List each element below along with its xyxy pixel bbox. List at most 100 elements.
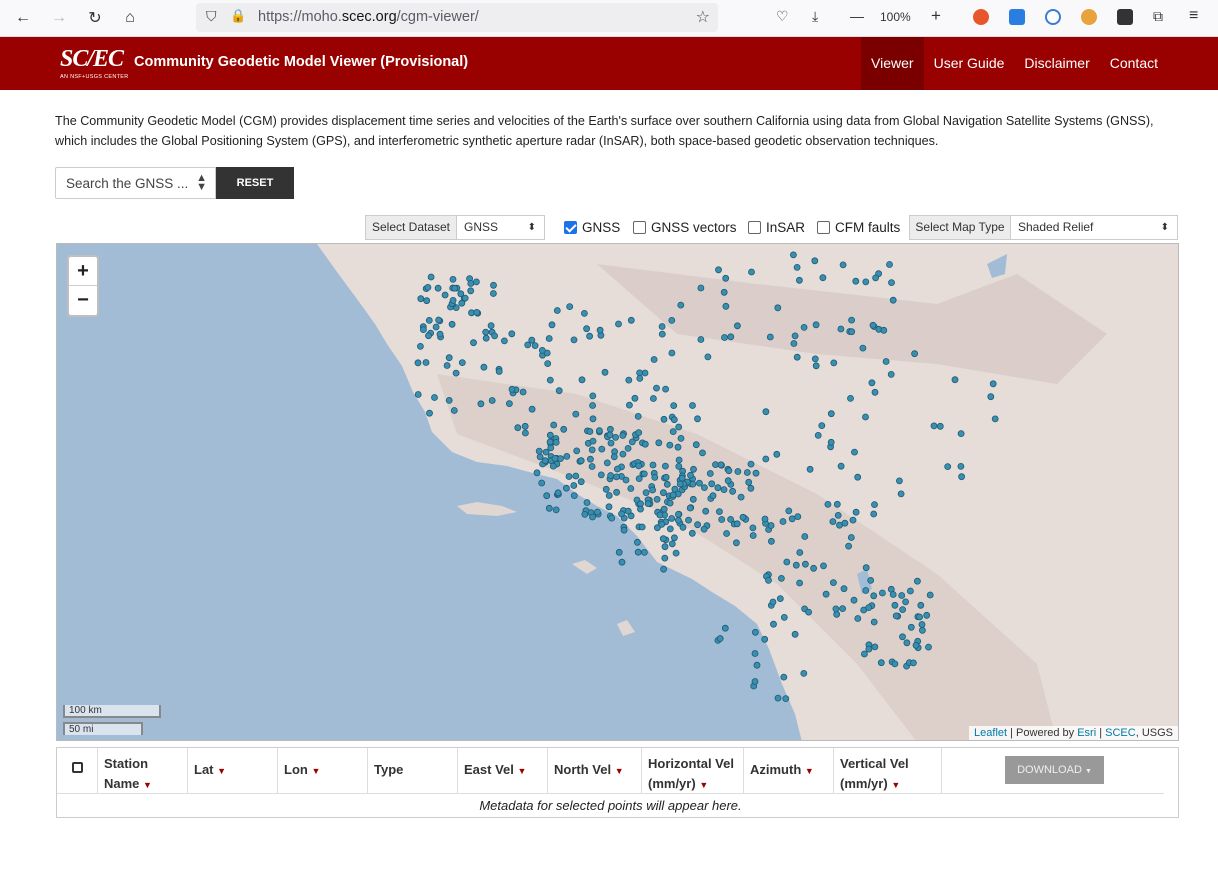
- zoom-in-icon[interactable]: +: [931, 6, 941, 26]
- insar-checkbox[interactable]: InSAR: [748, 220, 805, 235]
- gnss-station-marker[interactable]: [957, 462, 965, 470]
- gnss-station-marker[interactable]: [811, 355, 819, 363]
- gnss-station-marker[interactable]: [488, 397, 496, 404]
- gnss-station-marker[interactable]: [794, 513, 802, 521]
- gnss-station-marker[interactable]: [578, 376, 586, 384]
- select-all-checkbox[interactable]: [57, 748, 98, 793]
- sort-caret-icon[interactable]: ▼: [615, 766, 624, 776]
- gnss-station-marker[interactable]: [729, 487, 736, 495]
- gnss-station-marker[interactable]: [489, 290, 497, 297]
- gnss-station-marker[interactable]: [495, 368, 503, 375]
- checkbox-checked[interactable]: [564, 221, 577, 234]
- gnss-station-marker[interactable]: [596, 326, 604, 334]
- gnss-station-marker[interactable]: [660, 489, 667, 497]
- gnss-station-marker[interactable]: [449, 297, 457, 304]
- gnss-station-marker[interactable]: [589, 415, 597, 423]
- gnss-station-marker[interactable]: [847, 534, 855, 541]
- gnss-station-marker[interactable]: [416, 343, 424, 350]
- gnss-station-marker[interactable]: [472, 278, 480, 286]
- scec-logo[interactable]: SC/EC: [60, 46, 124, 73]
- gnss-station-marker[interactable]: [865, 645, 873, 653]
- gnss-station-marker[interactable]: [721, 334, 728, 341]
- gnss-station-marker[interactable]: [637, 505, 644, 513]
- gnss-station-marker[interactable]: [706, 470, 714, 477]
- gnss-station-marker[interactable]: [800, 324, 808, 331]
- gnss-station-marker[interactable]: [658, 520, 666, 528]
- gnss-station-marker[interactable]: [546, 438, 554, 446]
- gnss-station-marker[interactable]: [668, 515, 676, 522]
- gnss-station-marker[interactable]: [724, 477, 732, 485]
- gnss-station-marker[interactable]: [482, 328, 490, 336]
- gnss-station-marker[interactable]: [780, 673, 788, 681]
- gnss-station-marker[interactable]: [581, 510, 589, 518]
- download-button[interactable]: DOWNLOAD ▼: [1005, 756, 1104, 784]
- gnss-station-marker[interactable]: [862, 413, 869, 421]
- zoom-level[interactable]: 100%: [880, 10, 911, 24]
- gnss-station-marker[interactable]: [586, 428, 594, 435]
- gnss-station-marker[interactable]: [634, 412, 642, 420]
- col-east-vel[interactable]: East Vel ▼: [458, 748, 548, 793]
- gnss-station-marker[interactable]: [669, 428, 677, 436]
- col-station-name[interactable]: Station Name ▼: [98, 748, 188, 793]
- gnss-station-marker[interactable]: [417, 295, 425, 303]
- gnss-station-marker[interactable]: [987, 393, 995, 401]
- gnss-station-marker[interactable]: [670, 402, 678, 410]
- gnss-station-marker[interactable]: [607, 425, 614, 433]
- gnss-station-marker[interactable]: [449, 276, 457, 283]
- gnss-station-marker[interactable]: [445, 396, 453, 404]
- gnss-station-marker[interactable]: [721, 624, 729, 632]
- gnss-station-marker[interactable]: [870, 618, 878, 626]
- gnss-station-marker[interactable]: [791, 332, 799, 340]
- gnss-station-marker[interactable]: [610, 453, 618, 461]
- gnss-station-marker[interactable]: [716, 508, 723, 516]
- col-vertical-vel[interactable]: Vertical Vel (mm/yr) ▼: [834, 748, 942, 793]
- gnss-station-marker[interactable]: [739, 513, 747, 521]
- cfm-faults-checkbox[interactable]: CFM faults: [817, 220, 900, 235]
- extension-icon[interactable]: [1009, 9, 1025, 25]
- gnss-station-marker[interactable]: [734, 468, 742, 475]
- extension-icon[interactable]: [1081, 9, 1097, 25]
- gnss-station-marker[interactable]: [886, 261, 893, 268]
- gnss-station-marker[interactable]: [451, 284, 459, 292]
- gnss-station-marker[interactable]: [733, 539, 740, 547]
- sort-caret-icon[interactable]: ▼: [518, 766, 527, 776]
- gnss-station-marker[interactable]: [991, 415, 999, 423]
- gnss-station-marker[interactable]: [806, 465, 814, 473]
- gnss-station-marker[interactable]: [605, 492, 613, 499]
- gnss-station-marker[interactable]: [790, 340, 798, 347]
- gnss-station-marker[interactable]: [566, 303, 574, 310]
- gnss-station-marker[interactable]: [827, 438, 835, 446]
- gnss-station-marker[interactable]: [702, 507, 710, 515]
- gnss-station-marker[interactable]: [820, 562, 827, 570]
- gnss-station-marker[interactable]: [552, 506, 560, 514]
- gnss-station-marker[interactable]: [596, 427, 603, 435]
- gnss-station-marker[interactable]: [508, 330, 516, 338]
- gnss-station-marker[interactable]: [653, 495, 661, 503]
- gnss-station-marker[interactable]: [666, 499, 674, 507]
- gnss-station-marker[interactable]: [765, 576, 772, 584]
- gnss-station-marker[interactable]: [679, 523, 687, 531]
- gnss-station-marker[interactable]: [690, 465, 697, 473]
- gnss-station-marker[interactable]: [642, 489, 650, 497]
- gnss-station-marker[interactable]: [810, 564, 817, 572]
- gnss-station-marker[interactable]: [557, 455, 564, 463]
- gnss-station-marker[interactable]: [749, 524, 757, 532]
- gnss-station-marker[interactable]: [791, 630, 799, 638]
- gnss-station-marker[interactable]: [773, 450, 781, 458]
- sort-caret-icon[interactable]: ▼: [891, 780, 900, 790]
- gnss-station-marker[interactable]: [448, 320, 456, 328]
- gnss-station-marker[interactable]: [872, 274, 879, 282]
- gnss-station-marker[interactable]: [778, 574, 785, 582]
- forward-icon[interactable]: →: [48, 7, 70, 29]
- gnss-station-marker[interactable]: [644, 500, 652, 508]
- gnss-station-marker[interactable]: [752, 469, 760, 477]
- gnss-station-marker[interactable]: [678, 474, 686, 482]
- gnss-station-marker[interactable]: [718, 516, 726, 523]
- gnss-station-marker[interactable]: [896, 477, 903, 485]
- gnss-station-marker[interactable]: [717, 461, 725, 469]
- gnss-station-marker[interactable]: [594, 508, 601, 516]
- gnss-station-marker[interactable]: [917, 601, 925, 609]
- gnss-station-marker[interactable]: [685, 516, 692, 524]
- gnss-station-marker[interactable]: [627, 316, 635, 324]
- gnss-station-marker[interactable]: [635, 475, 643, 483]
